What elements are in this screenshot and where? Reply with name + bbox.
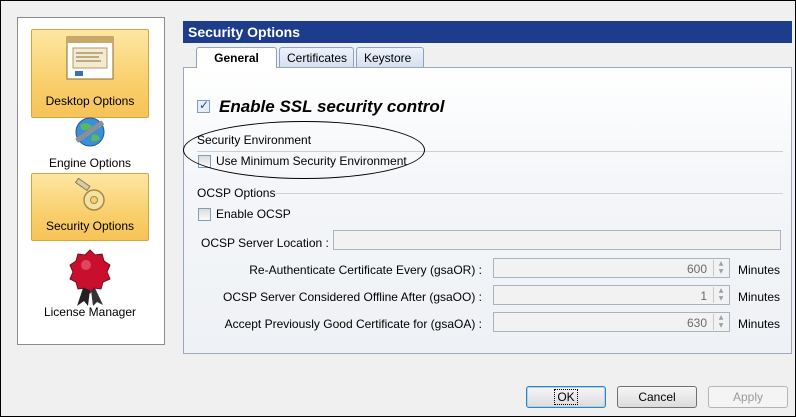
ok-button[interactable]: OK [526,386,606,408]
reauth-stepper[interactable]: 600 ▲ ▼ [493,258,730,278]
tab-general[interactable]: General [196,47,277,68]
chevron-up-icon[interactable]: ▲ [714,287,728,295]
accept-value: 630 [686,316,707,330]
nav-item-label: Engine Options [48,156,132,170]
document-icon [66,36,114,80]
nav-item-engine-options[interactable]: Engine Options [31,114,149,174]
highlight-oval [183,121,425,179]
nav-item-label: Desktop Options [45,94,135,108]
globe-icon [75,117,105,147]
tab-keystore[interactable]: Keystore [356,47,424,67]
tab-certificates[interactable]: Certificates [279,47,354,67]
options-nav-panel: Desktop Options Engine Options Security … [17,17,165,345]
chevron-up-icon[interactable]: ▲ [714,260,728,268]
chevron-down-icon[interactable]: ▼ [714,268,728,276]
offline-value: 1 [700,289,707,303]
ocsp-server-location-label: OCSP Server Location : [201,236,329,250]
enable-ssl-checkbox[interactable] [197,98,210,113]
page-title: Security Options [183,21,792,43]
apply-button[interactable]: Apply [708,386,788,408]
chevron-down-icon[interactable]: ▼ [714,322,728,330]
accept-label: Accept Previously Good Certificate for (… [224,317,482,331]
divider [275,193,783,194]
accept-stepper[interactable]: 630 ▲ ▼ [493,312,730,332]
chevron-down-icon[interactable]: ▼ [714,295,728,303]
offline-stepper[interactable]: 1 ▲ ▼ [493,285,730,305]
nav-item-license-manager[interactable]: License Manager [31,247,149,331]
nav-item-security-options[interactable]: Security Options [31,173,149,241]
cancel-button[interactable]: Cancel [617,386,697,408]
enable-ocsp-label: Enable OCSP [216,207,291,221]
nav-item-desktop-options[interactable]: Desktop Options [31,29,149,118]
reauth-units: Minutes [738,263,781,277]
reauth-value: 600 [686,262,707,276]
offline-units: Minutes [738,290,781,304]
accept-units: Minutes [738,317,781,331]
nav-item-label: Security Options [45,219,135,233]
key-icon [74,178,105,211]
nav-item-label: License Manager [43,305,137,319]
seal-icon [69,249,111,306]
ocsp-server-location-input[interactable] [333,230,781,250]
ocsp-options-title: OCSP Options [197,186,276,200]
enable-ocsp-checkbox[interactable] [198,208,211,221]
reauth-label: Re-Authenticate Certificate Every (gsaOR… [249,263,482,277]
chevron-up-icon[interactable]: ▲ [714,314,728,322]
enable-ssl-label: Enable SSL security control [219,97,445,116]
offline-label: OCSP Server Considered Offline After (gs… [223,290,482,304]
